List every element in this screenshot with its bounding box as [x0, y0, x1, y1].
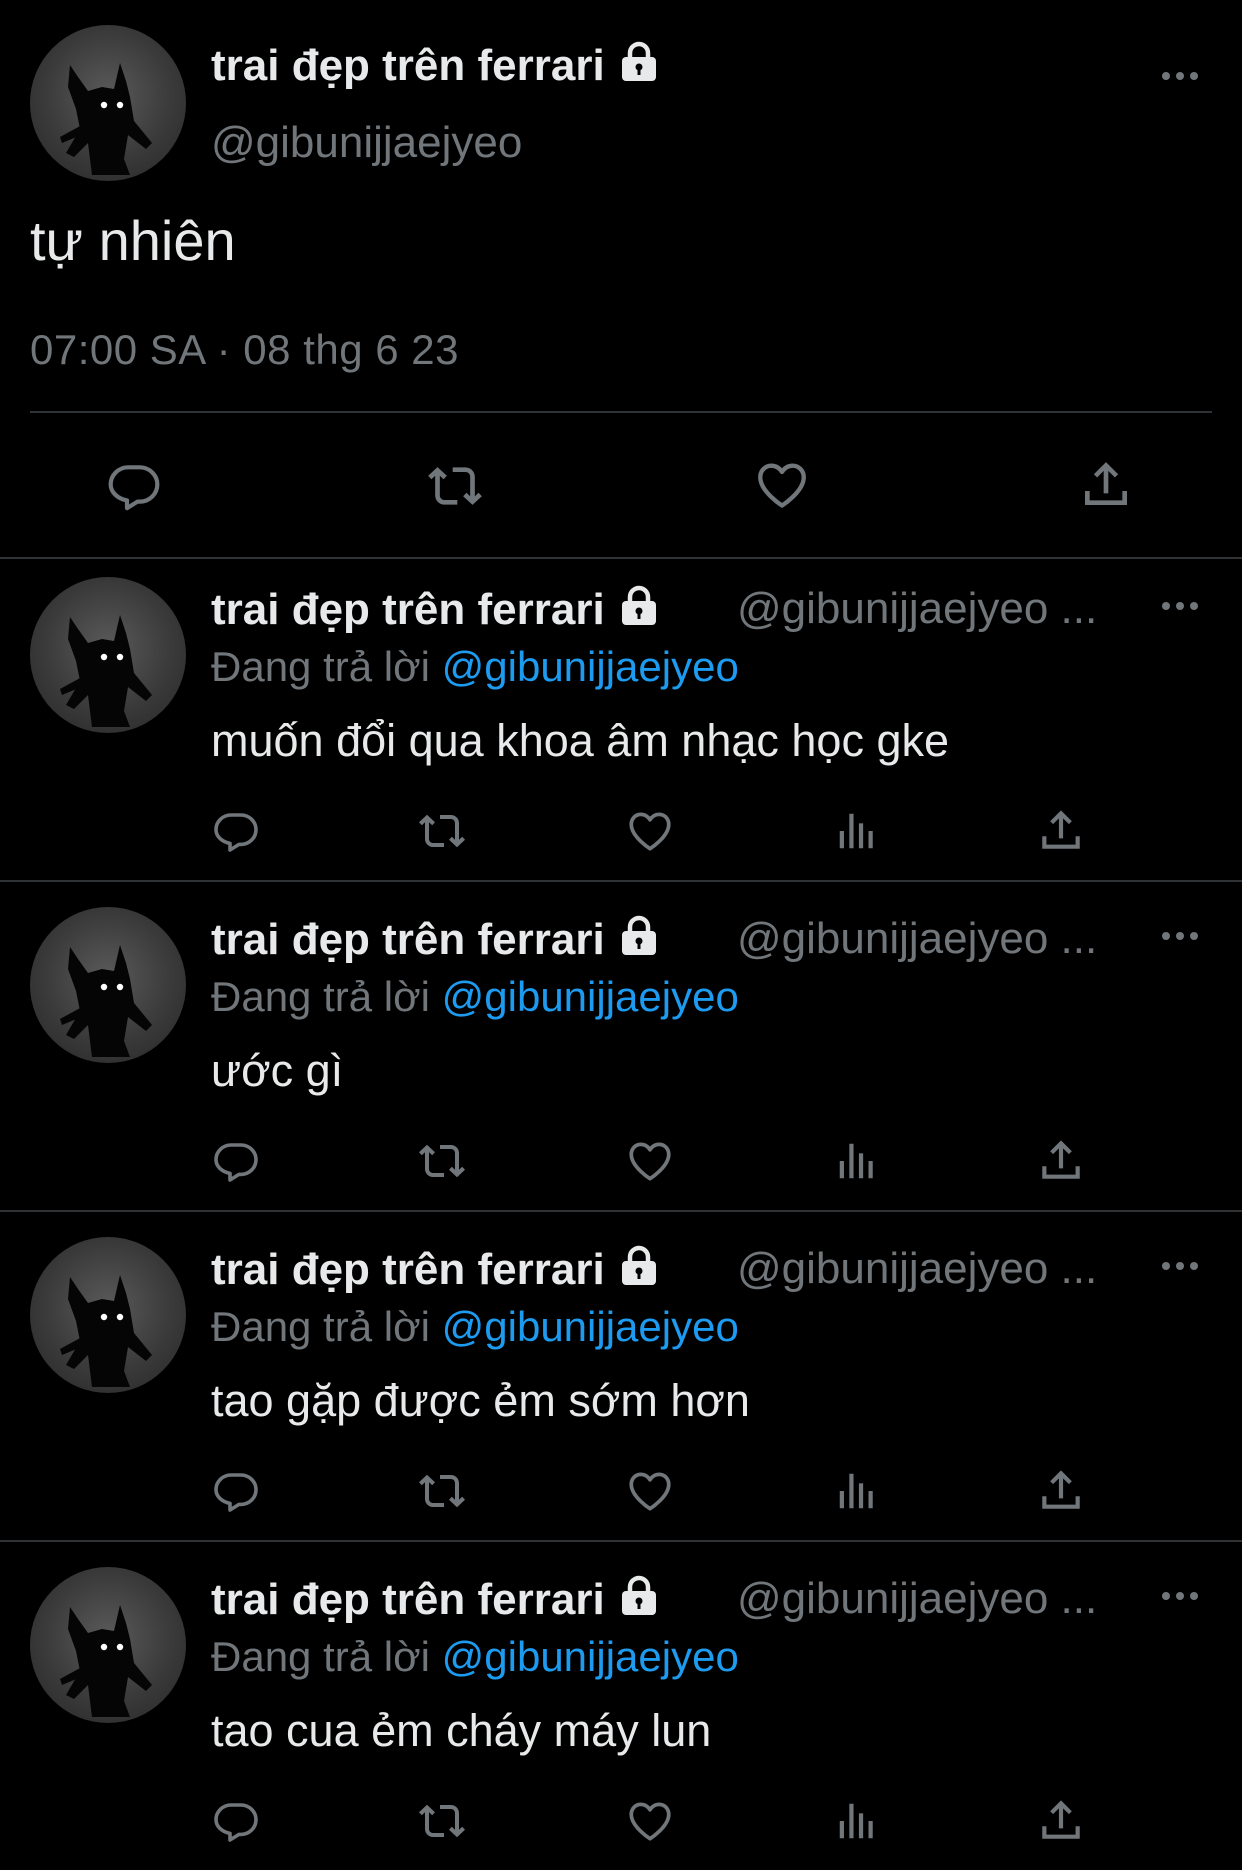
reply-icon[interactable] [211, 807, 261, 855]
divider [0, 1210, 1242, 1212]
avatar[interactable] [30, 577, 186, 733]
replying-to: Đang trả lời @gibunijjaejyeo [211, 1633, 739, 1680]
author-name[interactable]: trai đẹp trên ferrari [211, 584, 661, 635]
author-handle[interactable]: @gibunijjaejyeo ... [737, 584, 1097, 634]
share-icon[interactable] [1036, 1465, 1086, 1515]
retweet-icon[interactable] [415, 1797, 469, 1845]
mention-link[interactable]: @gibunijjaejyeo [442, 643, 739, 690]
tweet-text: tự nhiên [30, 209, 236, 272]
tweet-timestamp[interactable]: 07:00 SA · 08 thg 6 23 [30, 326, 459, 374]
reply-icon[interactable] [211, 1467, 261, 1515]
share-icon[interactable] [1036, 1135, 1086, 1185]
like-icon[interactable] [752, 456, 812, 514]
share-icon[interactable] [1078, 456, 1134, 512]
views-icon[interactable] [834, 1467, 880, 1515]
author-handle[interactable]: @gibunijjaejyeo [211, 118, 522, 168]
like-icon[interactable] [624, 806, 676, 856]
replying-to: Đang trả lời @gibunijjaejyeo [211, 973, 739, 1020]
retweet-icon[interactable] [415, 1137, 469, 1185]
retweet-icon[interactable] [415, 807, 469, 855]
lock-icon [617, 584, 661, 628]
author-name[interactable]: trai đẹp trên ferrari [211, 1574, 661, 1625]
author-handle[interactable]: @gibunijjaejyeo ... [737, 1244, 1097, 1294]
share-icon[interactable] [1036, 805, 1086, 855]
share-icon[interactable] [1036, 1795, 1086, 1845]
lock-icon [617, 914, 661, 958]
divider [0, 557, 1242, 559]
author-name[interactable]: trai đẹp trên ferrari [211, 40, 661, 91]
like-icon[interactable] [624, 1796, 676, 1846]
tweet-text: tao gặp được ẻm sớm hơn [211, 1375, 750, 1426]
author-name[interactable]: trai đẹp trên ferrari [211, 1244, 661, 1295]
tweet-text: muốn đổi qua khoa âm nhạc học gke [211, 715, 949, 766]
avatar[interactable] [30, 1567, 186, 1723]
avatar[interactable] [30, 907, 186, 1063]
avatar[interactable] [30, 25, 186, 181]
more-options-icon[interactable] [1160, 70, 1200, 82]
lock-icon [617, 1244, 661, 1288]
reply-icon[interactable] [211, 1797, 261, 1845]
lock-icon [617, 40, 661, 84]
author-handle[interactable]: @gibunijjaejyeo ... [737, 1574, 1097, 1624]
replying-to: Đang trả lời @gibunijjaejyeo [211, 1303, 739, 1350]
more-options-icon[interactable] [1160, 600, 1200, 612]
lock-icon [617, 1574, 661, 1618]
views-icon[interactable] [834, 807, 880, 855]
divider [30, 411, 1212, 413]
views-icon[interactable] [834, 1797, 880, 1845]
like-icon[interactable] [624, 1466, 676, 1516]
more-options-icon[interactable] [1160, 930, 1200, 942]
more-options-icon[interactable] [1160, 1590, 1200, 1602]
more-options-icon[interactable] [1160, 1260, 1200, 1272]
tweet-text: tao cua ẻm cháy máy lun [211, 1705, 712, 1756]
like-icon[interactable] [624, 1136, 676, 1186]
retweet-icon[interactable] [415, 1467, 469, 1515]
avatar[interactable] [30, 1237, 186, 1393]
mention-link[interactable]: @gibunijjaejyeo [442, 1303, 739, 1350]
reply-icon[interactable] [211, 1137, 261, 1185]
divider [0, 1540, 1242, 1542]
mention-link[interactable]: @gibunijjaejyeo [442, 973, 739, 1020]
reply-icon[interactable] [106, 458, 162, 514]
divider [0, 880, 1242, 882]
author-name[interactable]: trai đẹp trên ferrari [211, 914, 661, 965]
author-handle[interactable]: @gibunijjaejyeo ... [737, 914, 1097, 964]
replying-to: Đang trả lời @gibunijjaejyeo [211, 643, 739, 690]
tweet-text: ước gì [211, 1045, 344, 1096]
views-icon[interactable] [834, 1137, 880, 1185]
mention-link[interactable]: @gibunijjaejyeo [442, 1633, 739, 1680]
retweet-icon[interactable] [425, 458, 485, 514]
